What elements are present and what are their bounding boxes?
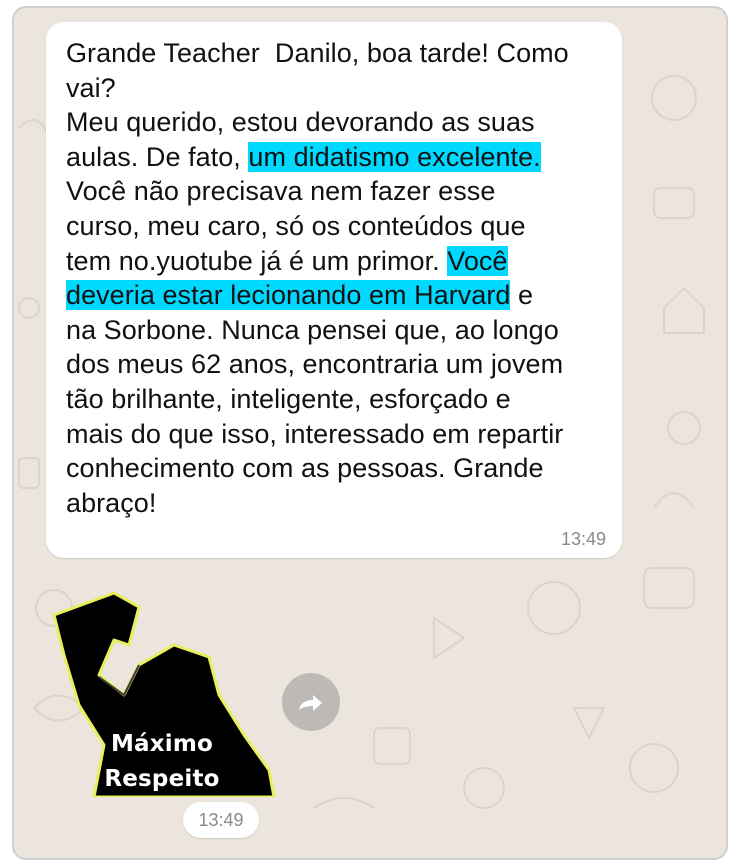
message-bubble[interactable]: Grande Teacher Danilo, boa tarde! Como v…	[46, 22, 622, 558]
sticker-caption-line2: Respeito	[104, 766, 220, 792]
message-text: Grande Teacher Danilo, boa tarde! Como v…	[66, 38, 569, 518]
sticker-caption-line1: Máximo	[110, 731, 214, 757]
forward-arrow-icon	[299, 695, 322, 711]
highlighted-text: um didatismo excelente.	[248, 141, 541, 172]
forward-button[interactable]	[282, 673, 340, 731]
sticker-timestamp: 13:49	[183, 802, 259, 838]
message-timestamp: 13:49	[560, 529, 606, 549]
